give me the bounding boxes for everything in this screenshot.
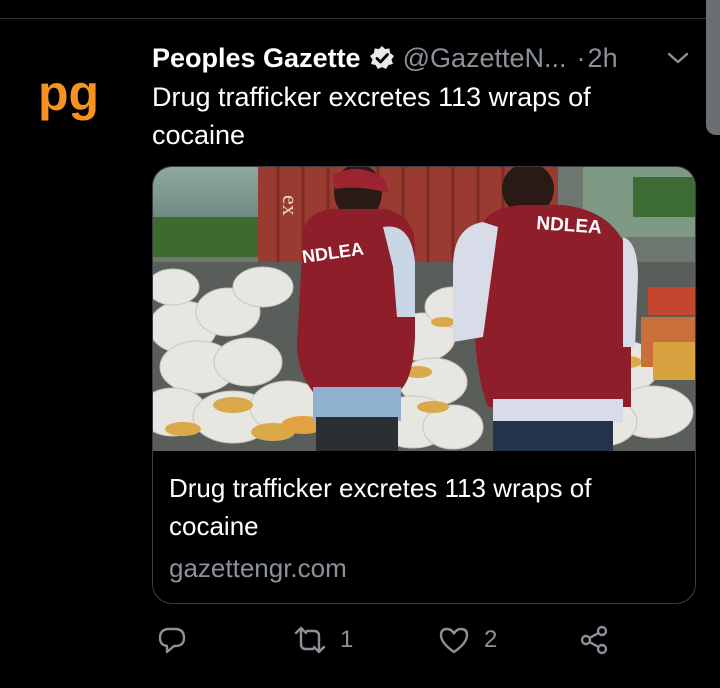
retweet-button[interactable]: 1 (294, 624, 353, 656)
article-photo: ex NDLEA NDLEA (153, 167, 695, 451)
top-divider (0, 18, 720, 19)
chevron-down-icon[interactable] (664, 46, 692, 70)
share-icon (580, 625, 608, 655)
author-handle[interactable]: @GazetteN... (403, 43, 567, 74)
avatar-text: pg (38, 66, 99, 121)
tweet-timestamp[interactable]: 2h (588, 43, 618, 74)
separator-dot: · (576, 42, 586, 73)
tweet-actions: 1 2 (152, 624, 632, 664)
retweet-icon (294, 626, 326, 654)
scrollbar[interactable] (706, 0, 720, 135)
retweet-count: 1 (340, 626, 354, 653)
author-name[interactable]: Peoples Gazette (152, 43, 361, 74)
card-domain: gazettengr.com (169, 553, 347, 583)
heart-icon (439, 627, 469, 654)
like-button[interactable]: 2 (438, 624, 497, 656)
share-button[interactable] (578, 624, 624, 656)
like-count: 2 (484, 626, 498, 653)
verified-badge-icon (369, 45, 395, 71)
card-title[interactable]: Drug trafficker excretes 113 wraps of co… (169, 469, 679, 545)
peoples-gazette-logo: pg (38, 65, 99, 121)
link-card[interactable]: ex NDLEA NDLEA Drug trafficker excretes … (152, 166, 696, 604)
avatar[interactable]: pg (38, 65, 118, 128)
reply-icon (158, 627, 186, 654)
container-text: ex (278, 195, 303, 216)
tweet-text: Drug trafficker excretes 113 wraps of co… (152, 82, 591, 150)
tweet-header: Peoples Gazette @GazetteN... · 2h (152, 40, 618, 76)
reply-button[interactable] (156, 624, 202, 656)
